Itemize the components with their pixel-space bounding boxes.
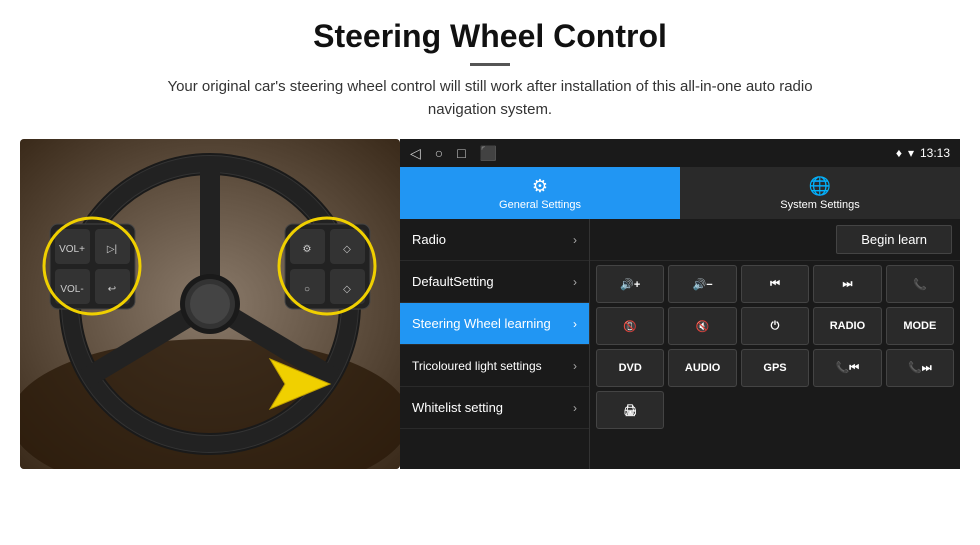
home-icon[interactable]: ○ [435,145,443,161]
tel-next-icon: 📞⏭ [908,361,932,375]
steering-wheel-image: VOL+ ▷| VOL- ↩ ⚙ ◇ ○ ◇ [20,139,400,469]
tel-next-button[interactable]: 📞⏭ [886,349,954,387]
svg-text:VOL+: VOL+ [59,244,85,255]
menu-item-whitelist[interactable]: Whitelist setting › [400,387,589,429]
control-row-2: 📵 🔇 ⏻ RADIO MO [596,307,954,345]
mute-icon: 🔇 [696,320,710,333]
tel-prev-icon: 📞⏮ [836,361,860,375]
mute-button[interactable]: 🔇 [668,307,736,345]
location-icon: ♦ [896,146,902,160]
chevron-right-icon: › [573,233,577,247]
gps-label: GPS [763,362,786,374]
control-row-1: 🔊+ 🔊− ⏮ ⏭ 📞 [596,265,954,303]
prev-icon: ⏮ [770,278,780,291]
extra-button[interactable]: 🖨 [596,391,664,429]
next-icon: ⏭ [842,278,852,291]
status-right: ♦ ▾ 13:13 [896,146,950,160]
screenshot-icon[interactable]: ⬛ [480,145,497,162]
next-track-button[interactable]: ⏭ [813,265,881,303]
dvd-button[interactable]: DVD [596,349,664,387]
svg-text:○: ○ [304,284,310,295]
page-title: Steering Wheel Control [40,18,940,55]
tab-general-label: General Settings [499,199,581,211]
chevron-right-icon: › [573,275,577,289]
header-description: Your original car's steering wheel contr… [140,76,840,121]
radio-label: RADIO [830,320,865,332]
svg-text:◇: ◇ [343,284,351,295]
phone-icon: 📞 [913,278,927,291]
right-panel: Begin learn 🔊+ 🔊− [590,219,960,469]
dvd-label: DVD [619,362,642,374]
chevron-right-icon: › [573,317,577,331]
header-divider [470,63,510,66]
vol-up-icon: 🔊+ [620,278,640,291]
time-display: 13:13 [920,146,950,160]
page-wrapper: Steering Wheel Control Your original car… [0,0,980,469]
menu-item-tricoloured[interactable]: Tricoloured light settings › [400,345,589,387]
svg-text:VOL-: VOL- [60,284,83,295]
phone-button[interactable]: 📞 [886,265,954,303]
tel-prev-button[interactable]: 📞⏮ [813,349,881,387]
svg-text:⚙: ⚙ [303,244,312,255]
tab-general[interactable]: ⚙ General Settings [400,167,680,219]
menu-list: Radio › DefaultSetting › Steering Wheel … [400,219,590,469]
gps-button[interactable]: GPS [741,349,809,387]
tab-system-label: System Settings [780,199,859,211]
extra-icon: 🖨 [623,404,637,417]
svg-text:◇: ◇ [343,244,351,255]
prev-track-button[interactable]: ⏮ [741,265,809,303]
radio-button[interactable]: RADIO [813,307,881,345]
hang-up-icon: 📵 [623,320,637,333]
audio-label: AUDIO [685,362,720,374]
back-icon[interactable]: ◁ [410,145,421,162]
menu-item-default[interactable]: DefaultSetting › [400,261,589,303]
control-grid: 🔊+ 🔊− ⏮ ⏭ 📞 [590,261,960,469]
power-button[interactable]: ⏻ [741,307,809,345]
tab-bar: ⚙ General Settings 🌐 System Settings [400,167,960,219]
vol-down-icon: 🔊− [693,278,713,291]
svg-text:↩: ↩ [108,284,116,295]
svg-text:▷|: ▷| [107,244,117,255]
control-row-4: 🖨 [596,391,954,429]
begin-learn-button[interactable]: Begin learn [836,225,952,254]
nav-icons: ◁ ○ □ ⬛ [410,145,497,162]
chevron-right-icon: › [573,359,577,373]
globe-icon: 🌐 [809,176,831,197]
menu-item-radio[interactable]: Radio › [400,219,589,261]
menu-item-steering[interactable]: Steering Wheel learning › [400,303,589,345]
begin-learn-row: Begin learn [590,219,960,261]
mode-button[interactable]: MODE [886,307,954,345]
content-row: VOL+ ▷| VOL- ↩ ⚙ ◇ ○ ◇ [20,139,960,469]
menu-area: Radio › DefaultSetting › Steering Wheel … [400,219,960,469]
page-header: Steering Wheel Control Your original car… [0,0,980,129]
recents-icon[interactable]: □ [457,145,465,161]
steering-wheel-svg: VOL+ ▷| VOL- ↩ ⚙ ◇ ○ ◇ [20,139,400,469]
audio-button[interactable]: AUDIO [668,349,736,387]
gear-icon: ⚙ [532,176,548,197]
vol-down-button[interactable]: 🔊− [668,265,736,303]
status-bar: ◁ ○ □ ⬛ ♦ ▾ 13:13 [400,139,960,167]
android-screen: ◁ ○ □ ⬛ ♦ ▾ 13:13 ⚙ General Settings [400,139,960,469]
chevron-right-icon: › [573,401,577,415]
mode-label: MODE [903,320,936,332]
wifi-icon: ▾ [908,146,914,160]
vol-up-button[interactable]: 🔊+ [596,265,664,303]
power-icon: ⏻ [771,320,780,333]
control-row-3: DVD AUDIO GPS 📞⏮ [596,349,954,387]
tab-system[interactable]: 🌐 System Settings [680,167,960,219]
hang-up-button[interactable]: 📵 [596,307,664,345]
